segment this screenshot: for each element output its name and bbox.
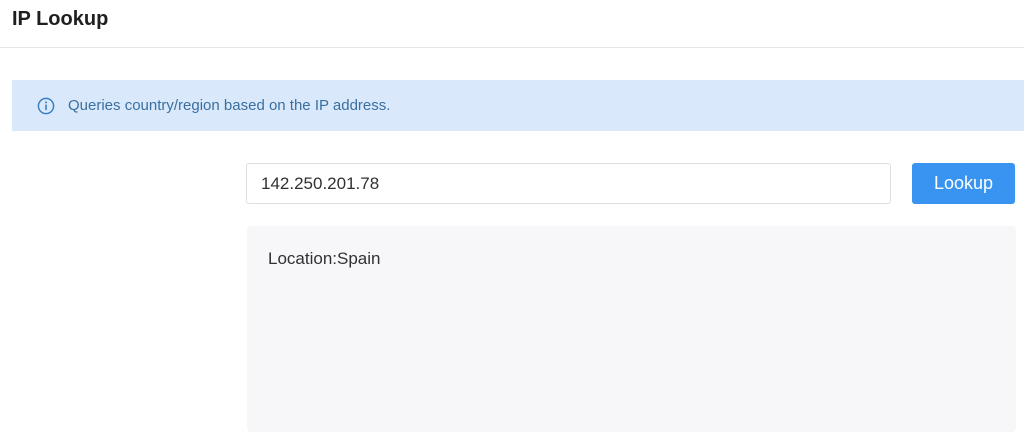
page-header: IP Lookup bbox=[0, 0, 1024, 48]
page-title: IP Lookup bbox=[12, 8, 109, 30]
info-circle-icon bbox=[37, 97, 55, 115]
result-panel: Location:Spain bbox=[247, 226, 1016, 432]
lookup-button[interactable]: Lookup bbox=[912, 163, 1015, 204]
ip-address-input[interactable] bbox=[246, 163, 891, 204]
info-banner: Queries country/region based on the IP a… bbox=[12, 80, 1024, 131]
ip-lookup-page: IP Lookup Queries country/region based o… bbox=[0, 0, 1024, 439]
result-location-text: Location:Spain bbox=[268, 249, 381, 268]
info-banner-text: Queries country/region based on the IP a… bbox=[68, 97, 391, 114]
